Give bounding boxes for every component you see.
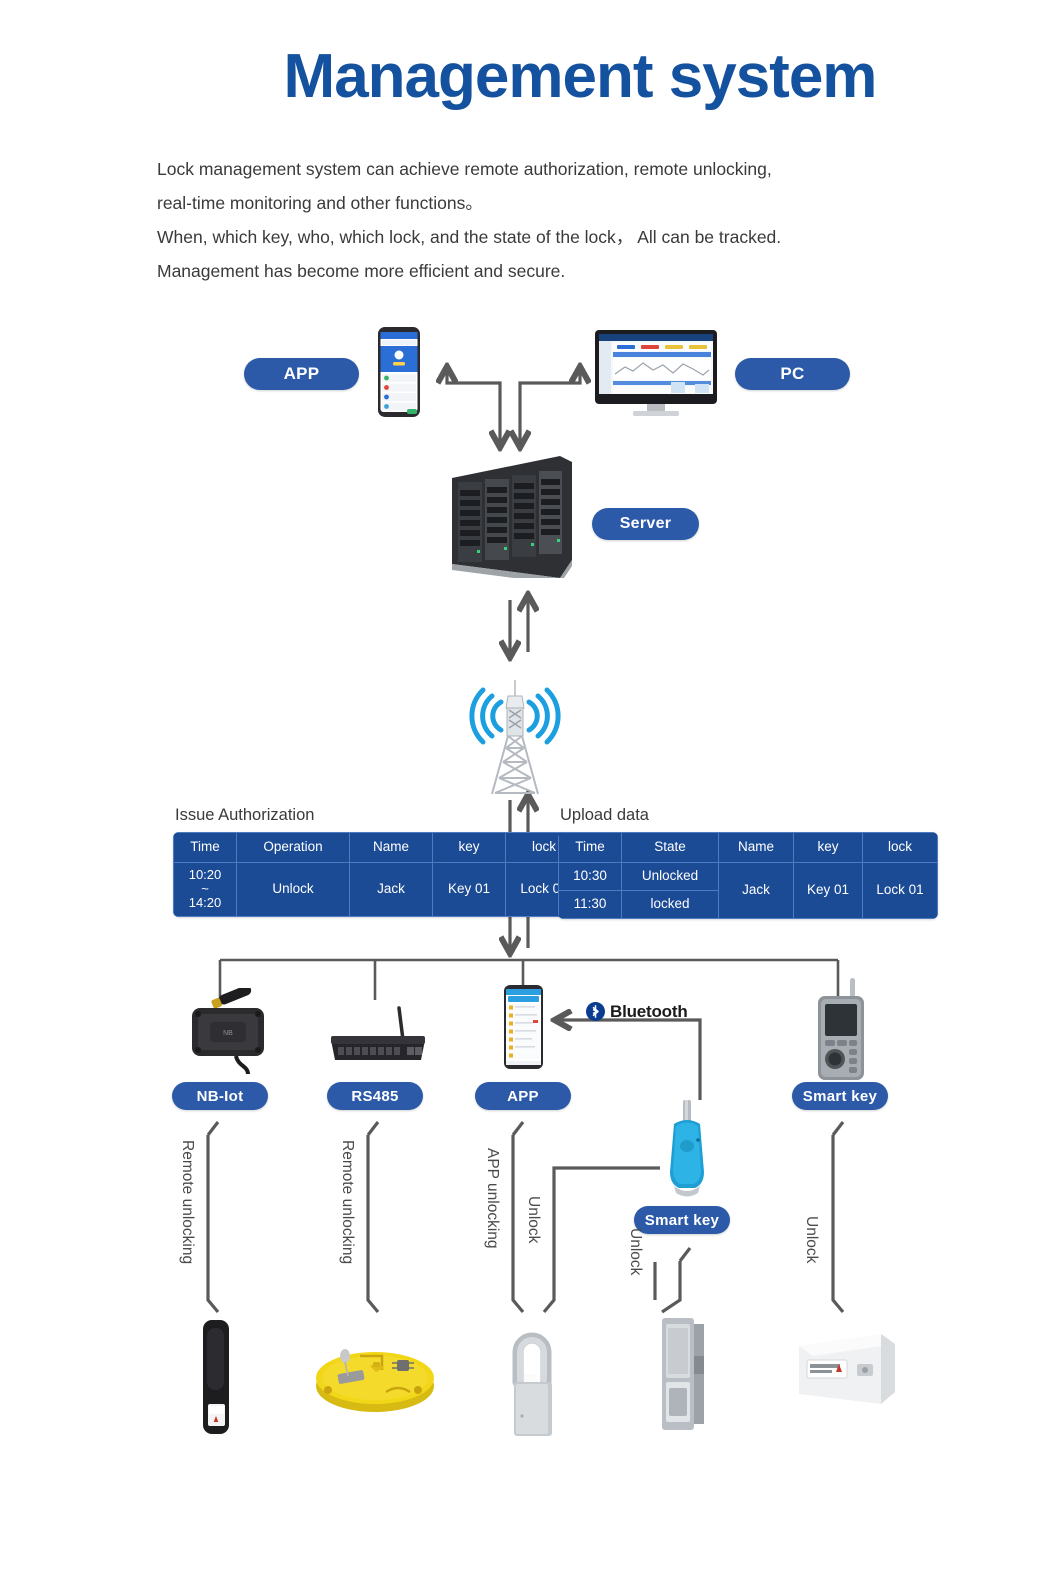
- smartphone-app-icon: [377, 326, 421, 423]
- col-operation: Operation: [236, 832, 350, 863]
- table-row: 10:30 Unlocked Jack Key 01 Lock 01: [558, 861, 938, 919]
- col-state: State: [621, 832, 719, 863]
- label-channel-app[interactable]: APP: [475, 1082, 571, 1110]
- arrow-label-unlock-right: Unlock: [803, 1216, 820, 1264]
- nbiot-gateway-icon: NB: [180, 985, 276, 1079]
- cabinet-lock-icon: [650, 1316, 712, 1439]
- cell-name: Jack: [718, 861, 794, 919]
- cell-time-1: 10:30: [558, 861, 622, 891]
- issue-authorization-caption: Issue Authorization: [175, 806, 314, 825]
- pc-monitor-icon: [595, 330, 717, 421]
- time-start: 10:20: [188, 866, 222, 882]
- arrow-label-remote-unlocking-2: Remote unlocking: [339, 1140, 356, 1265]
- col-name: Name: [718, 832, 794, 863]
- upload-data-caption: Upload data: [560, 806, 649, 825]
- col-lock: lock: [862, 832, 938, 863]
- label-pc[interactable]: PC: [735, 358, 850, 390]
- padlock-icon: [500, 1316, 564, 1447]
- server-rack-icon: [452, 456, 572, 584]
- upload-data-table: Time State Name key lock 10:30 Unlocked …: [558, 832, 938, 919]
- cell-lock: Lock 01: [862, 861, 938, 919]
- box-lock-icon: [795, 1330, 899, 1413]
- rs485-switch-icon: [325, 1006, 431, 1073]
- arrow-label-unlock-mid: Unlock: [525, 1196, 542, 1244]
- svg-text:NB: NB: [223, 1030, 233, 1037]
- bluetooth-icon: [586, 1002, 605, 1026]
- label-channel-nbiot[interactable]: NB-Iot: [172, 1082, 268, 1110]
- smartphone-app-icon: [503, 984, 544, 1075]
- cell-key: Key 01: [432, 861, 506, 917]
- time-tilde: ~: [201, 881, 209, 897]
- handle-lock-icon: [195, 1318, 237, 1441]
- issue-authorization-table: Time Operation Name key lock 10:20 ~ 14:…: [173, 832, 583, 917]
- label-app-top[interactable]: APP: [244, 358, 359, 390]
- arrow-label-app-unlocking: APP unlocking: [484, 1148, 501, 1249]
- manhole-cover-lock-icon: [312, 1328, 438, 1421]
- cell-time-range: 10:20 ~ 14:20: [173, 861, 237, 917]
- col-key: key: [793, 832, 863, 863]
- issue-table-title: Issue Authorization: [175, 806, 315, 824]
- table-header-row: Time Operation Name key lock: [173, 832, 583, 863]
- cell-operation: Unlock: [236, 861, 350, 917]
- label-server[interactable]: Server: [592, 508, 699, 540]
- bluetooth-label: Bluetooth: [610, 1002, 688, 1021]
- col-key: key: [432, 832, 506, 863]
- table-header-row: Time State Name key lock: [558, 832, 938, 863]
- blue-smart-key-icon: [660, 1100, 714, 1209]
- label-channel-smartkey-mid[interactable]: Smart key: [634, 1206, 730, 1234]
- col-name: Name: [349, 832, 433, 863]
- arrow-label-remote-unlocking-1: Remote unlocking: [179, 1140, 196, 1265]
- handheld-smart-key-icon: [808, 978, 874, 1087]
- cell-state-1: Unlocked: [621, 861, 719, 891]
- col-time: Time: [558, 832, 622, 863]
- cell-name: Jack: [349, 861, 433, 917]
- time-end: 14:20: [188, 895, 222, 911]
- cell-state-2: locked: [621, 889, 719, 919]
- col-time: Time: [173, 832, 237, 863]
- label-channel-rs485[interactable]: RS485: [327, 1082, 423, 1110]
- upload-table-title: Upload data: [560, 806, 649, 824]
- table-row: 10:20 ~ 14:20 Unlock Jack Key 01 Lock 01: [173, 861, 583, 917]
- cell-time-2: 11:30: [558, 889, 622, 919]
- cell-key: Key 01: [793, 861, 863, 919]
- cell-tower-icon: [468, 662, 562, 802]
- label-channel-smartkey-right[interactable]: Smart key: [792, 1082, 888, 1110]
- arrow-label-unlock-key: Unlock: [627, 1228, 644, 1276]
